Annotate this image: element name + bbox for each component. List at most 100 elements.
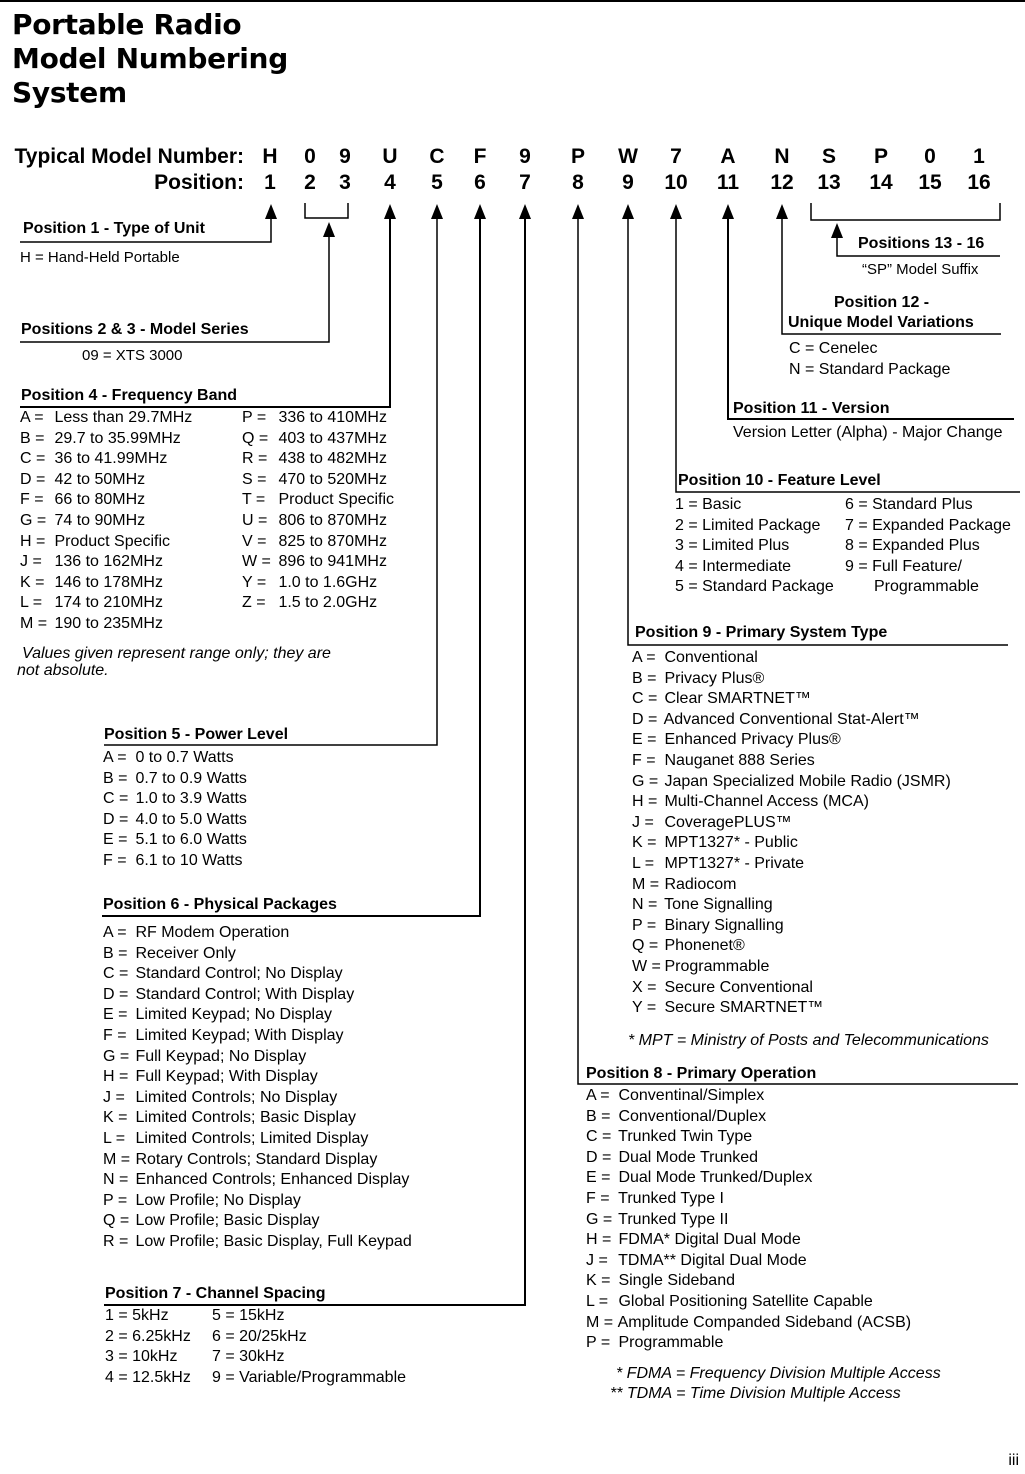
item-key: X = (632, 978, 657, 996)
pos8-item: G = Trunked Type II (586, 1210, 911, 1231)
item-key: U = (242, 511, 268, 529)
item-key: E = (586, 1169, 611, 1187)
pos9-item: L = MPT1327* - Private (632, 854, 951, 875)
item-key: P = (103, 1191, 128, 1209)
item-value: Low Profile; No Display (131, 1191, 301, 1209)
item-key: Q = (632, 937, 659, 955)
item-key: E = (103, 1006, 128, 1024)
item-value: Multi-Channel Access (MCA) (660, 793, 869, 811)
pos6-list: A = RF Modem Operation B = Receiver Only C… (103, 923, 412, 1253)
item-value: 1.5 to 2.0GHz (274, 594, 378, 612)
arrowhead-pos5 (431, 204, 443, 219)
item-key: M = (103, 1150, 131, 1168)
item-key: B = (632, 669, 657, 687)
item-value: 0.7 to 0.9 Watts (131, 769, 247, 787)
item-value: TDMA** Digital Dual Mode (614, 1251, 807, 1269)
item-value: Trunked Type I (614, 1189, 724, 1207)
pos6-item: C = Standard Control; No Display (103, 964, 412, 985)
pos4-item: H = Product Specific (20, 532, 192, 553)
bracket-pos23 (304, 203, 349, 219)
pos6-item: L = Limited Controls; Limited Display (103, 1129, 412, 1150)
item-value: Full Keypad; No Display (131, 1047, 307, 1065)
pos4-item: W = 896 to 941MHz (242, 552, 394, 573)
pos4-item: Y = 1.0 to 1.6GHz (242, 573, 394, 594)
item-value: Secure SMARTNET™ (660, 999, 824, 1017)
item-value: Conventinal/Simplex (614, 1087, 765, 1104)
arrowhead-pos10 (670, 204, 682, 219)
item-value: Dual Mode Trunked (614, 1148, 759, 1166)
item-key: H = (586, 1231, 612, 1249)
item-value: Conventional (660, 649, 758, 666)
pos4-item: P = 336 to 410MHz (242, 408, 394, 429)
item-value: 825 to 870MHz (274, 532, 387, 550)
item-key: C = (20, 450, 46, 468)
pos5-item: A = 0 to 0.7 Watts (103, 748, 247, 769)
pos1-item: H = Hand-Held Portable (20, 249, 180, 266)
item-value: Clear SMARTNET™ (660, 690, 811, 708)
pos10-item: 9 = Full Feature/ (845, 557, 962, 575)
item-value: 438 to 482MHz (274, 450, 387, 468)
pos9-item: Y = Secure SMARTNET™ (632, 998, 951, 1019)
pos9-item: K = MPT1327* - Public (632, 833, 951, 854)
pos6-item: F = Limited Keypad; With Display (103, 1026, 412, 1047)
pos8-item: D = Dual Mode Trunked (586, 1148, 911, 1169)
arrowhead-pos11 (722, 204, 734, 219)
item-key: F = (586, 1189, 610, 1207)
item-value: Limited Controls; No Display (131, 1088, 338, 1106)
item-value: Enhanced Controls; Enhanced Display (131, 1171, 410, 1189)
pos4-item: K = 146 to 178MHz (20, 573, 192, 594)
item-value: 190 to 235MHz (50, 614, 163, 632)
pos23-item: 09 = XTS 3000 (82, 347, 183, 364)
item-value: 403 to 437MHz (274, 429, 387, 447)
item-key: G = (632, 772, 659, 790)
pos1316-item: “SP” Model Suffix (862, 261, 979, 278)
pos10-item: 1 = Basic (675, 496, 742, 513)
item-value: Less than 29.7MHz (50, 409, 193, 426)
line-pos4 (20, 218, 391, 408)
pos8-title: Position 8 - Primary Operation (586, 1065, 817, 1082)
item-value: Trunked Twin Type (614, 1128, 753, 1146)
item-value: Limited Keypad; With Display (131, 1026, 344, 1044)
item-value: Advanced Conventional Stat-Alert™ (660, 710, 920, 728)
item-key: H = (103, 1068, 129, 1086)
item-value: RF Modem Operation (131, 924, 290, 941)
pos10-title: Position 10 - Feature Level (678, 472, 881, 489)
pos6-item: N = Enhanced Controls; Enhanced Display (103, 1170, 412, 1191)
item-key: D = (103, 810, 129, 828)
item-key: J = (632, 813, 654, 831)
item-key: G = (586, 1210, 613, 1228)
pos8-item: H = FDMA* Digital Dual Mode (586, 1230, 911, 1251)
item-key: W = (632, 957, 661, 975)
item-key: D = (103, 985, 129, 1003)
pos9-item: G = Japan Specialized Mobile Radio (JSMR… (632, 772, 951, 793)
pos5-item: D = 4.0 to 5.0 Watts (103, 810, 247, 831)
pos4-item: B = 29.7 to 35.99MHz (20, 429, 192, 450)
item-value: Enhanced Privacy Plus® (660, 731, 841, 749)
item-value: 146 to 178MHz (50, 573, 163, 591)
item-value: Nauganet 888 Series (660, 751, 815, 769)
item-value: Single Sideband (614, 1272, 735, 1290)
pos7-col2: 5 = 15kHz 6 = 20/25kHz 7 = 30kHz 9 = Variab… (212, 1306, 406, 1388)
item-value: Product Specific (50, 532, 171, 550)
item-key: A = (103, 749, 127, 766)
item-value: 4.0 to 5.0 Watts (131, 810, 247, 828)
pos7-title: Position 7 - Channel Spacing (105, 1285, 326, 1302)
arrowhead-pos1 (265, 204, 277, 219)
pos8-note-1: * FDMA = Frequency Division Multiple Acc… (616, 1365, 941, 1382)
item-key: H = (20, 532, 46, 550)
pos6-item: G = Full Keypad; No Display (103, 1047, 412, 1068)
item-value: Limited Keypad; No Display (131, 1006, 332, 1024)
item-key: F = (103, 851, 127, 869)
item-value: 74 to 90MHz (50, 511, 146, 529)
pos9-item: P = Binary Signalling (632, 916, 951, 937)
item-key: A = (103, 924, 127, 941)
item-value: Standard Control; With Display (131, 985, 355, 1003)
item-value: Secure Conventional (660, 978, 813, 996)
pos6-item: H = Full Keypad; With Display (103, 1067, 412, 1088)
pos12-item-2: N = Standard Package (789, 361, 951, 378)
item-key: J = (20, 553, 42, 571)
pos8-item: E = Dual Mode Trunked/Duplex (586, 1168, 911, 1189)
pos10-item: Programmable (874, 578, 979, 596)
pos10-item: 8 = Expanded Plus (845, 537, 980, 555)
item-value: CoveragePLUS™ (660, 813, 792, 831)
